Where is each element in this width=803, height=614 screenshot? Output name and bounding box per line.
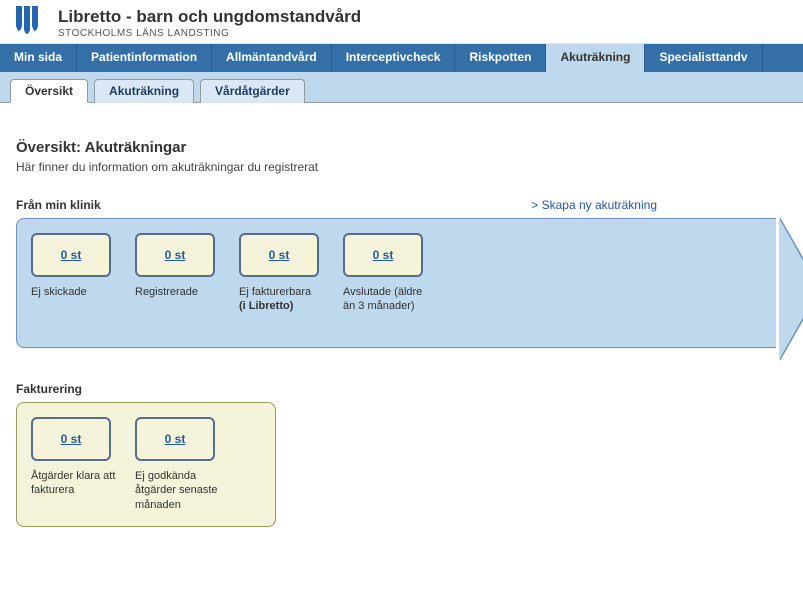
card-ej-skickade: 0 st Ej skickade (31, 233, 121, 299)
label-ej-fakturerbara: Ej fakturerbara (i Libretto) (239, 285, 311, 314)
nav-min-sida[interactable]: Min sida (0, 44, 77, 72)
app-header: Libretto - barn och ungdomstandvård STOC… (0, 0, 803, 44)
main-nav: Min sida Patientinformation Allmäntandvå… (0, 44, 803, 72)
billing-box: 0 st Åtgärder klara att fakturera 0 st E… (16, 402, 276, 527)
billing-section-label: Fakturering (16, 382, 82, 396)
card-ej-fakturerbara: 0 st Ej fakturerbara (i Libretto) (239, 233, 329, 314)
count-ej-fakturerbara[interactable]: 0 st (239, 233, 319, 277)
page-title: Översikt: Akuträkningar (16, 139, 787, 156)
tab-oversikt[interactable]: Översikt (10, 79, 88, 103)
label-avslutade: Avslutade (äldre än 3 månader) (343, 285, 433, 314)
count-registrerade[interactable]: 0 st (135, 233, 215, 277)
label-registrerade: Registrerade (135, 285, 198, 299)
card-avslutade: 0 st Avslutade (äldre än 3 månader) (343, 233, 433, 314)
nav-specialisttandv[interactable]: Specialisttandv (645, 44, 762, 72)
label-ej-skickade: Ej skickade (31, 285, 87, 299)
app-subtitle: STOCKHOLMS LÄNS LANDSTING (58, 28, 361, 39)
card-atgarder-klara: 0 st Åtgärder klara att fakturera (31, 417, 121, 512)
nav-patientinformation[interactable]: Patientinformation (77, 44, 212, 72)
card-ej-godkanda: 0 st Ej godkända åtgärder senaste månade… (135, 417, 225, 512)
clinic-flow: 0 st Ej skickade 0 st Registrerade 0 st … (16, 218, 787, 348)
label-atgarder-klara: Åtgärder klara att fakturera (31, 469, 121, 498)
page-content: Översikt: Akuträkningar Här finner du in… (0, 103, 803, 557)
logo-icon (14, 6, 48, 39)
page-subtitle: Här finner du information om akuträkning… (16, 160, 787, 174)
count-avslutade[interactable]: 0 st (343, 233, 423, 277)
app-title: Libretto - barn och ungdomstandvård (58, 7, 361, 27)
tab-vardatgarder[interactable]: Vårdåtgärder (200, 79, 305, 103)
count-ej-skickade[interactable]: 0 st (31, 233, 111, 277)
count-atgarder-klara[interactable]: 0 st (31, 417, 111, 461)
tab-akutrakning[interactable]: Akuträkning (94, 79, 194, 103)
nav-akutrakning[interactable]: Akuträkning (546, 44, 645, 72)
clinic-section-label: Från min klinik (16, 198, 101, 212)
create-akutrakning-link[interactable]: > Skapa ny akuträkning (531, 198, 787, 212)
card-registrerade: 0 st Registrerade (135, 233, 225, 299)
label-ej-godkanda: Ej godkända åtgärder senaste månaden (135, 469, 225, 512)
nav-allmantandvard[interactable]: Allmäntandvård (212, 44, 332, 72)
nav-interceptivcheck[interactable]: Interceptivcheck (332, 44, 456, 72)
sub-tabs: Översikt Akuträkning Vårdåtgärder (0, 72, 803, 103)
count-ej-godkanda[interactable]: 0 st (135, 417, 215, 461)
nav-riskpotten[interactable]: Riskpotten (455, 44, 546, 72)
